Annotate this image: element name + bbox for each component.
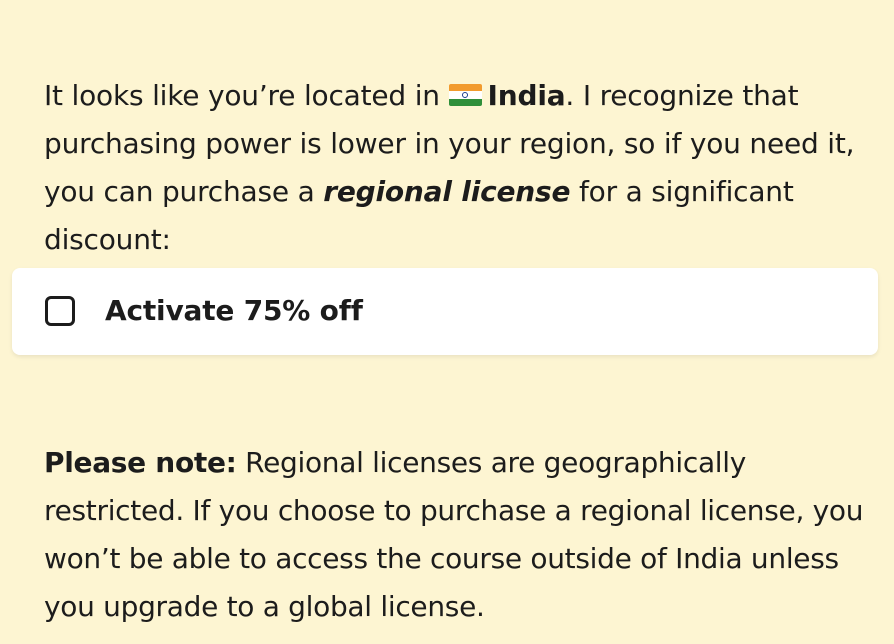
activate-discount-option[interactable]: Activate 75% off [12, 268, 878, 355]
india-flag-icon [448, 84, 482, 106]
discount-checkbox[interactable] [45, 296, 75, 326]
regional-license-note: Please note: Regional licenses are geogr… [44, 439, 874, 631]
regional-pricing-panel: It looks like you’re located in India. I… [0, 0, 894, 644]
note-lead: Please note: [44, 446, 237, 479]
regional-license-term: regional license [323, 175, 571, 208]
regional-pricing-intro: It looks like you’re located in India. I… [44, 72, 864, 264]
intro-prefix: It looks like you’re located in [44, 79, 440, 112]
country-name: India [487, 79, 566, 112]
discount-label[interactable]: Activate 75% off [105, 291, 363, 331]
